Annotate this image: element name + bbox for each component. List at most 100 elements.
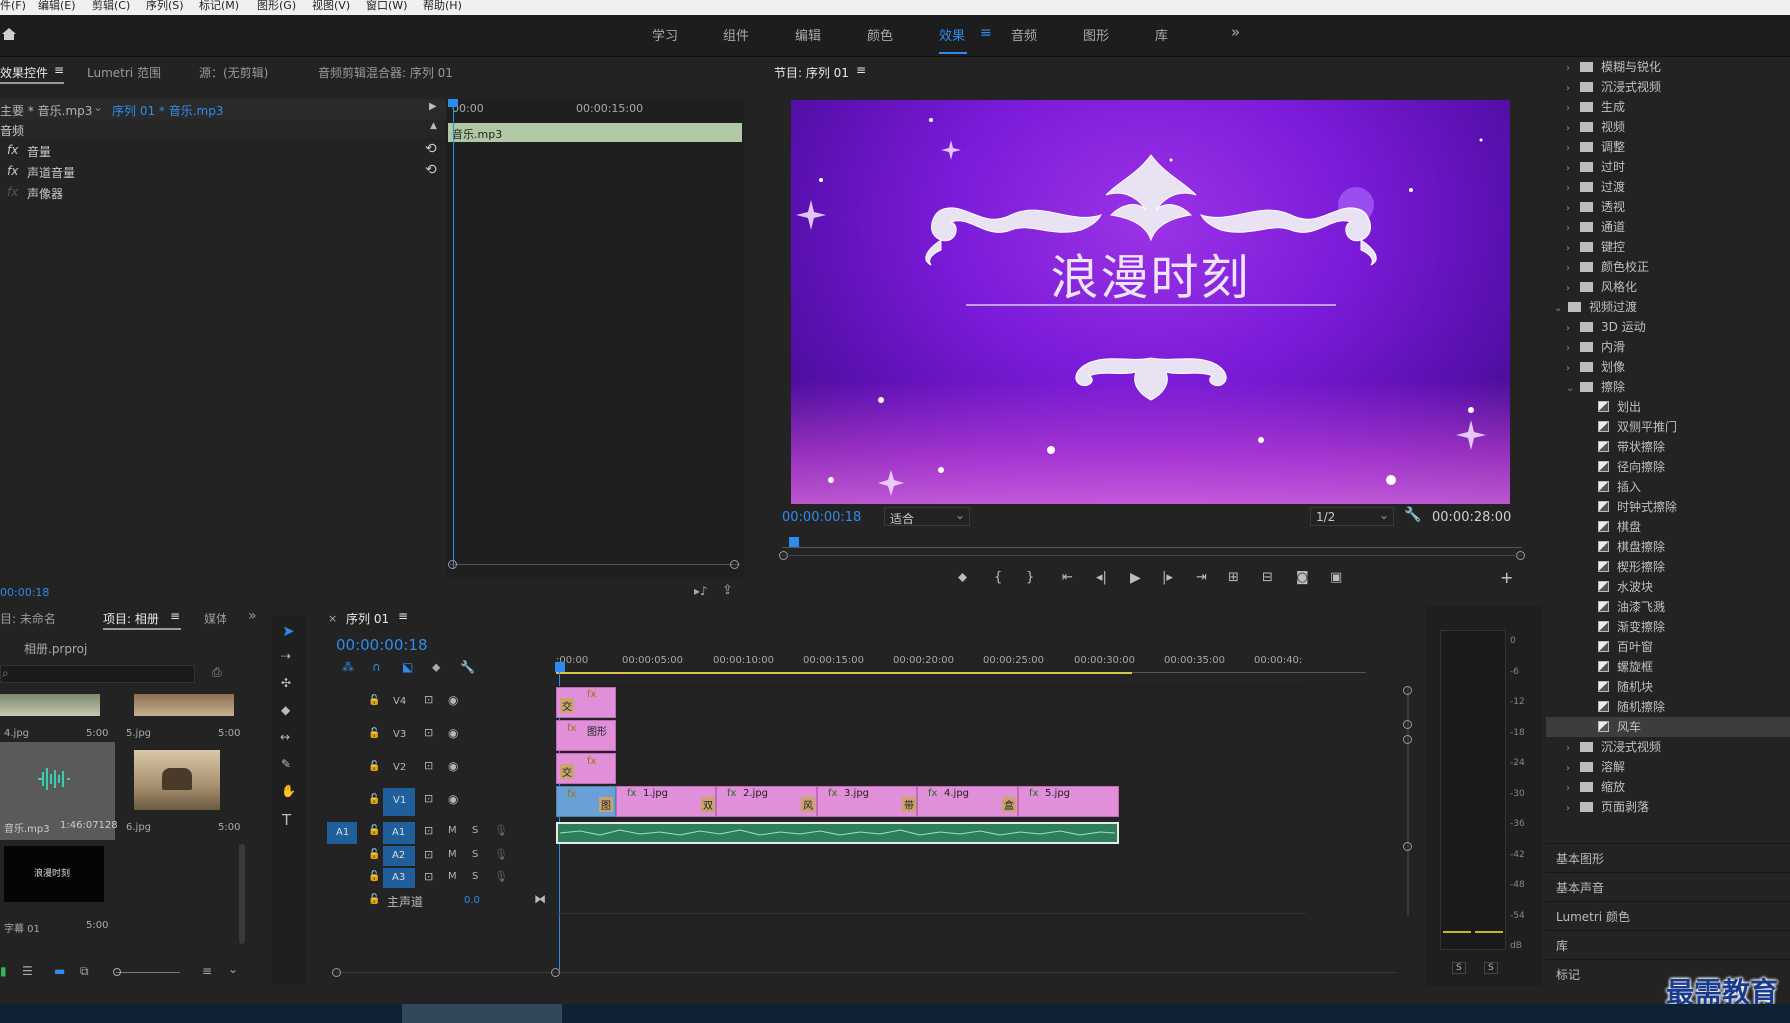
panel-menu-icon[interactable]: ≡	[856, 63, 866, 77]
effect-folder[interactable]: › 页面剥落	[1554, 797, 1790, 817]
solo-right-button[interactable]: S	[1484, 962, 1498, 974]
eye-icon[interactable]: ◉	[448, 759, 458, 773]
solo-button[interactable]: S	[472, 871, 478, 882]
timeline-timecode[interactable]: 00:00:00:18	[336, 636, 428, 654]
comparison-view-icon[interactable]: ▣	[1330, 570, 1342, 585]
effect-item[interactable]: 螺旋框	[1554, 657, 1790, 677]
chevron-right-icon[interactable]: ›	[1566, 779, 1580, 799]
chevron-right-icon[interactable]: ›	[1566, 139, 1580, 159]
effect-folder[interactable]: › 通道	[1554, 217, 1790, 237]
playhead-timecode[interactable]: 00:00:00:18	[782, 510, 861, 525]
chevron-down-icon[interactable]: ⌄	[228, 962, 238, 976]
workspace-libraries[interactable]: 库	[1155, 25, 1168, 44]
workspace-graphics[interactable]: 图形	[1083, 25, 1109, 44]
home-icon[interactable]	[1, 26, 17, 42]
effect-folder[interactable]: ⌄ 视频过渡	[1554, 297, 1790, 317]
effect-item[interactable]: 带状擦除	[1554, 437, 1790, 457]
effect-controls-timecode[interactable]: 00:00:18	[0, 586, 49, 599]
effect-item[interactable]: 双侧平推门	[1554, 417, 1790, 437]
tab-sequence-01[interactable]: 序列 01	[346, 610, 389, 627]
track-target-a2[interactable]: A2	[383, 846, 415, 866]
vzoom-handle[interactable]	[1403, 686, 1412, 695]
clip-3jpg[interactable]: fx 3.jpg 带	[817, 786, 917, 817]
track-label[interactable]: V2	[393, 762, 406, 773]
menu-help[interactable]: 帮助(H)	[423, 0, 462, 11]
clip-v4[interactable]: 交 fx	[556, 687, 616, 718]
panel-essential-graphics[interactable]: 基本图形	[1546, 843, 1790, 872]
solo-left-button[interactable]: S	[1452, 962, 1466, 974]
chevron-right-icon[interactable]: ›	[1566, 79, 1580, 99]
menu-window[interactable]: 窗口(W)	[366, 0, 407, 11]
playhead-handle[interactable]	[448, 99, 458, 107]
vzoom-handle[interactable]	[1403, 720, 1412, 729]
snap-icon[interactable]: ∩	[372, 660, 381, 674]
effect-folder[interactable]: › 划像	[1554, 357, 1790, 377]
chevron-right-icon[interactable]: ›	[1566, 799, 1580, 819]
panel-menu-icon[interactable]: ≡	[170, 609, 180, 623]
playhead[interactable]	[453, 99, 454, 569]
panel-menu-icon[interactable]: ≡	[398, 609, 408, 623]
type-tool-icon[interactable]: T	[282, 811, 291, 829]
menu-sequence[interactable]: 序列(S)	[146, 0, 184, 11]
sync-lock-icon[interactable]: ⊡	[424, 824, 433, 837]
tab-project-album[interactable]: 项目: 相册	[103, 610, 159, 627]
linked-selection-icon[interactable]: ⬕	[402, 660, 413, 674]
effect-folder[interactable]: › 风格化	[1554, 277, 1790, 297]
menu-edit[interactable]: 编辑(E)	[38, 0, 76, 11]
eye-icon[interactable]: ◉	[448, 792, 458, 806]
add-marker-icon[interactable]: ⬥	[958, 570, 967, 585]
sort-icon[interactable]: ≡	[202, 964, 212, 978]
workspace-editing[interactable]: 编辑	[795, 25, 821, 44]
effect-row-panner[interactable]: fx 声像器	[0, 183, 446, 203]
effect-item[interactable]: 楔形擦除	[1554, 557, 1790, 577]
filter-audio-icon[interactable]: ▸♪	[694, 584, 708, 598]
close-icon[interactable]: ×	[328, 612, 337, 625]
fx-icon[interactable]: fx	[7, 164, 18, 178]
effect-folder[interactable]: › 模糊与锐化	[1554, 57, 1790, 77]
chevron-down-icon[interactable]: ⌄	[1554, 299, 1568, 319]
effect-folder[interactable]: › 3D 运动	[1554, 317, 1790, 337]
sequence-clip-label[interactable]: 序列 01 * 音乐.mp3	[112, 102, 223, 119]
go-to-out-icon[interactable]: ⇥	[1196, 570, 1207, 585]
icon-view-icon[interactable]: ▬	[54, 964, 65, 978]
sync-lock-icon[interactable]: ⊡	[424, 870, 433, 883]
scroll-handle-right[interactable]	[730, 560, 739, 569]
project-scrollbar[interactable]	[239, 844, 245, 944]
track-label[interactable]: V4	[393, 696, 406, 707]
lock-icon[interactable]: 🔓	[368, 825, 380, 836]
thumb-4jpg[interactable]	[0, 694, 100, 716]
eye-icon[interactable]: ◉	[448, 693, 458, 707]
clip-v1-title[interactable]: fx 图	[556, 786, 616, 817]
effect-item[interactable]: 水波块	[1554, 577, 1790, 597]
add-marker-icon[interactable]: ⬥	[432, 660, 440, 675]
more-panels-icon[interactable]: »	[248, 608, 257, 624]
effect-folder[interactable]: › 视频	[1554, 117, 1790, 137]
effect-folder[interactable]: › 键控	[1554, 237, 1790, 257]
menu-file[interactable]: 件(F)	[0, 0, 26, 11]
eye-icon[interactable]: ◉	[448, 726, 458, 740]
list-view-icon[interactable]: ☰	[22, 964, 33, 978]
chevron-right-icon[interactable]: ›	[1566, 279, 1580, 299]
effect-item[interactable]: 随机块	[1554, 677, 1790, 697]
extract-icon[interactable]: ⊟	[1262, 570, 1273, 585]
effect-item[interactable]: 风车	[1546, 717, 1790, 737]
menu-view[interactable]: 视图(V)	[312, 0, 350, 11]
chevron-right-icon[interactable]: ›	[1566, 259, 1580, 279]
zoom-slider-thumb[interactable]	[113, 968, 121, 976]
chevron-right-icon[interactable]: ›	[1566, 319, 1580, 339]
zoom-slider[interactable]	[116, 972, 180, 973]
source-patch-a1[interactable]: A1	[327, 822, 357, 844]
track-target-a3[interactable]: A3	[383, 868, 415, 888]
tab-source[interactable]: 源：(无剪辑)	[199, 64, 268, 81]
menu-graphics[interactable]: 图形(G)	[257, 0, 296, 11]
effect-folder[interactable]: › 沉浸式视频	[1554, 737, 1790, 757]
mark-in-icon[interactable]: {	[994, 570, 1002, 585]
lock-icon[interactable]: ▮	[0, 964, 7, 978]
audio-clip-a1[interactable]	[556, 822, 1119, 844]
effect-item[interactable]: 随机擦除	[1554, 697, 1790, 717]
wrench-icon[interactable]: 🔧	[1404, 507, 1421, 523]
sync-lock-icon[interactable]: ⊡	[424, 792, 433, 805]
track-target-v1[interactable]: V1	[383, 788, 415, 816]
effect-item[interactable]: 划出	[1554, 397, 1790, 417]
panel-lumetri-color[interactable]: Lumetri 颜色	[1546, 901, 1790, 930]
